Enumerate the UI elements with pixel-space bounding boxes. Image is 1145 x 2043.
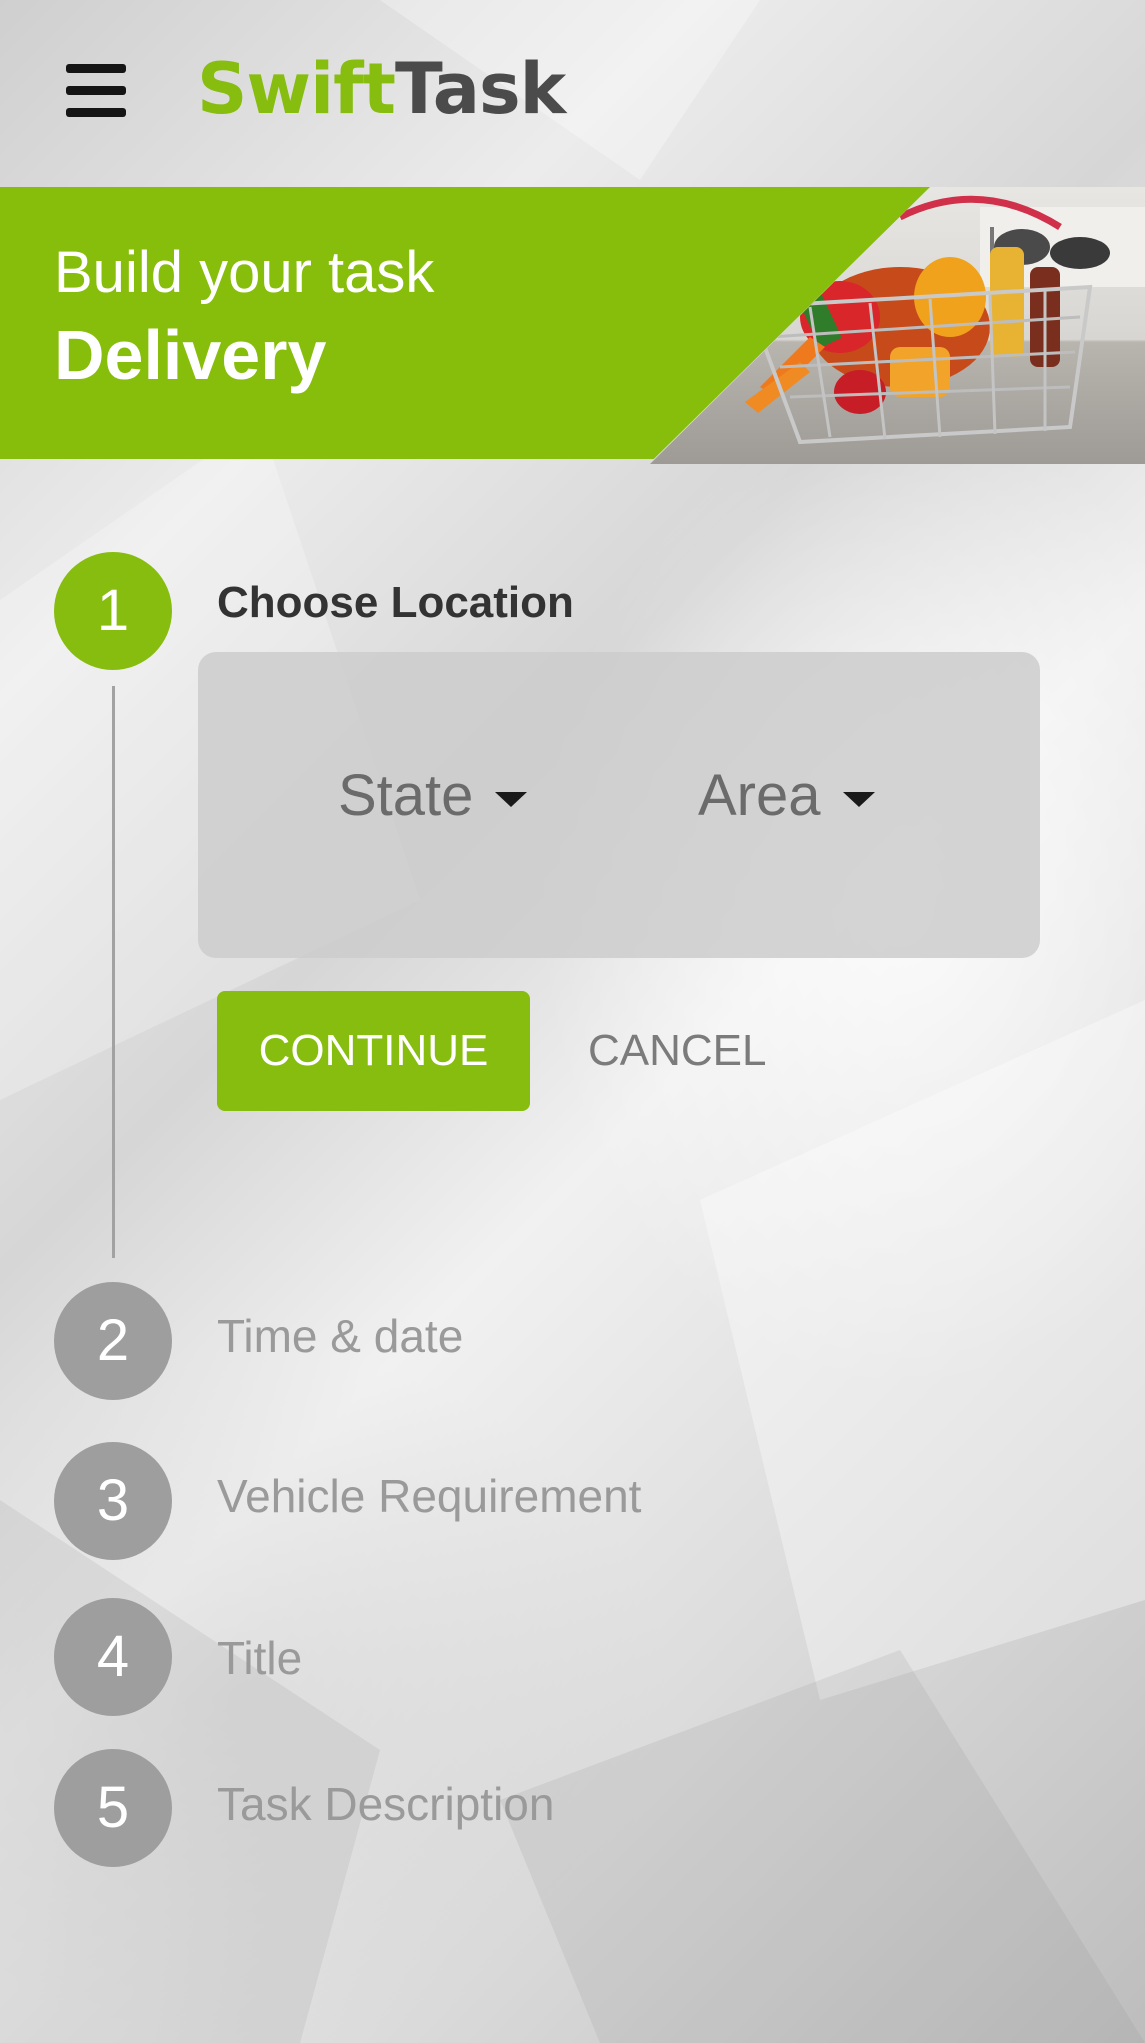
cancel-button[interactable]: CANCEL bbox=[588, 991, 767, 1111]
app-logo: SwiftTask bbox=[197, 48, 566, 130]
continue-button[interactable]: CONTINUE bbox=[217, 991, 530, 1111]
area-dropdown-label: Area bbox=[698, 763, 821, 828]
step-2-label[interactable]: Time & date bbox=[217, 1309, 463, 1363]
step-3-number[interactable]: 3 bbox=[54, 1442, 172, 1560]
step-5-number[interactable]: 5 bbox=[54, 1749, 172, 1867]
caret-down-icon bbox=[495, 792, 528, 808]
step-1-label[interactable]: Choose Location bbox=[217, 578, 574, 628]
hamburger-menu-icon[interactable] bbox=[62, 64, 130, 118]
step-2-number[interactable]: 2 bbox=[54, 1282, 172, 1400]
step-5-label[interactable]: Task Description bbox=[217, 1777, 554, 1831]
state-dropdown-label: State bbox=[338, 763, 474, 828]
task-banner: Build your task Delivery bbox=[0, 187, 1145, 464]
location-selector: State Area bbox=[198, 652, 1040, 958]
banner-subtitle: Build your task bbox=[54, 240, 435, 305]
step-4-label[interactable]: Title bbox=[217, 1631, 302, 1685]
step-1-number[interactable]: 1 bbox=[54, 552, 172, 670]
logo-swift: Swift bbox=[197, 48, 396, 130]
area-dropdown[interactable]: Area bbox=[698, 762, 875, 829]
banner-title: Delivery bbox=[54, 316, 327, 394]
step-3-label[interactable]: Vehicle Requirement bbox=[217, 1469, 641, 1523]
logo-task: Task bbox=[395, 48, 566, 130]
step-connector-line bbox=[112, 686, 115, 1258]
step-4-number[interactable]: 4 bbox=[54, 1598, 172, 1716]
state-dropdown[interactable]: State bbox=[338, 762, 528, 829]
caret-down-icon bbox=[842, 792, 875, 808]
app-header: SwiftTask bbox=[0, 0, 1145, 187]
